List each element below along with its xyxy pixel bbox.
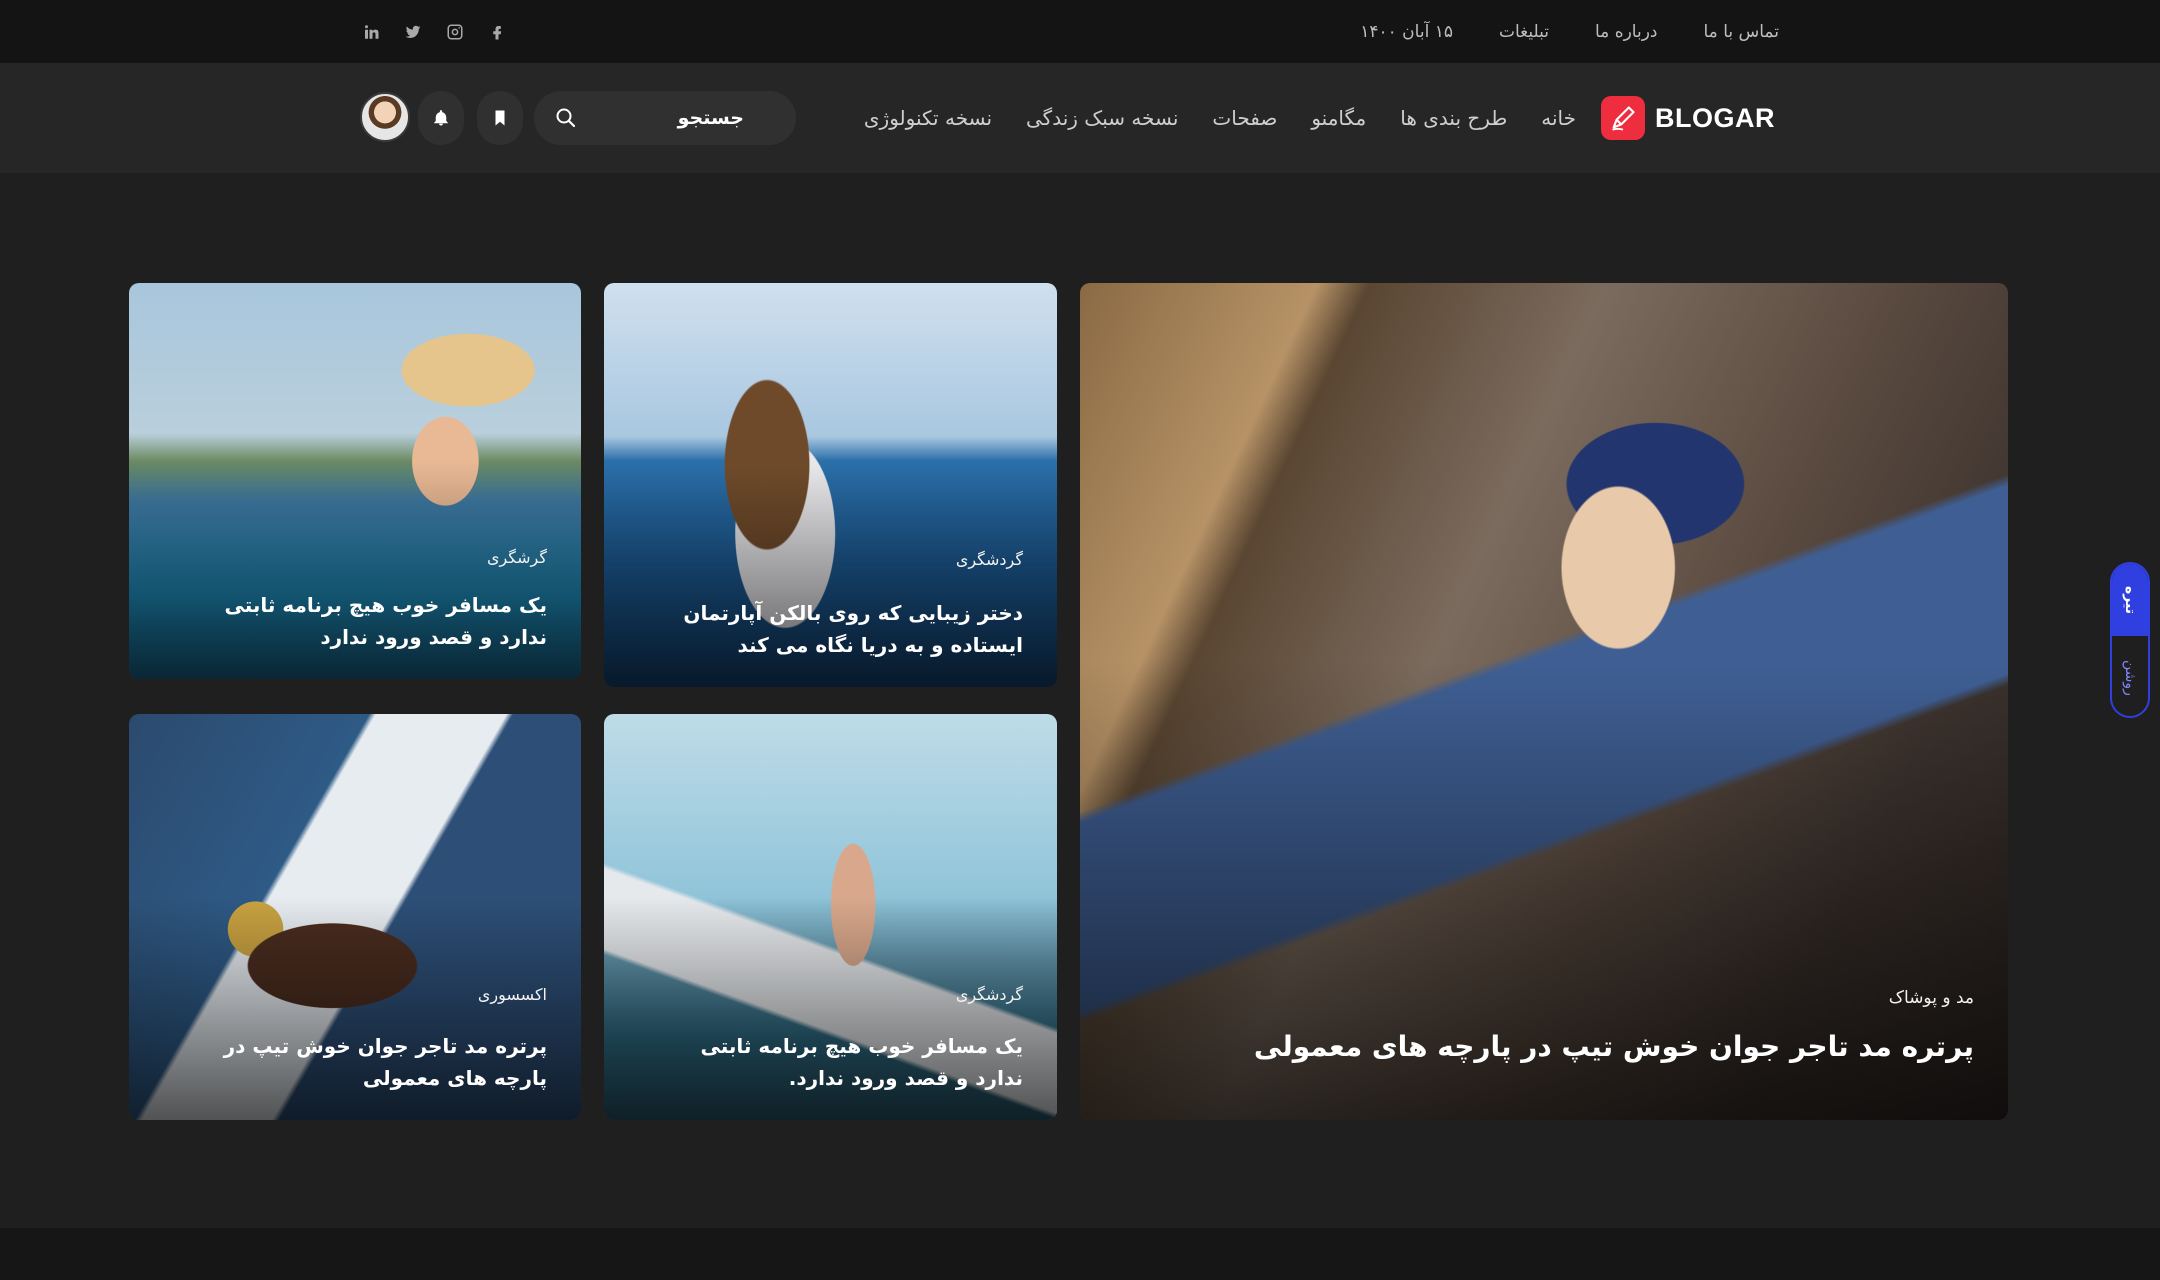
nav-item-lifestyle[interactable]: نسخه سبک زندگی xyxy=(1026,106,1178,130)
site-logo[interactable]: BLOGAR xyxy=(1601,93,1775,143)
featured-card-top-center[interactable]: گردشگری دختر زیبایی که روی بالکن آپارتما… xyxy=(604,283,1057,687)
card-title[interactable]: پرتره مد تاجر جوان خوش تیپ در پارچه های … xyxy=(1254,1025,1974,1070)
logo-text: BLOGAR xyxy=(1655,102,1775,133)
featured-card-top-left[interactable]: گرشگری یک مسافر خوب هیچ برنامه ثابتی ندا… xyxy=(129,283,581,679)
theme-dark-label: تیره xyxy=(2122,586,2138,614)
search-input[interactable]: جستجو xyxy=(534,91,796,145)
theme-light-option[interactable]: روشن xyxy=(2112,638,2148,716)
avatar[interactable] xyxy=(360,92,410,142)
featured-card-bottom-left[interactable]: اکسسوری پرتره مد تاجر جوان خوش تیپ در پا… xyxy=(129,714,581,1120)
top-date: ۱۵ آبان ۱۴۰۰ xyxy=(1360,21,1453,42)
card-category[interactable]: مد و پوشاک xyxy=(1889,988,1974,1008)
instagram-icon[interactable] xyxy=(446,23,464,41)
top-link-contact[interactable]: تماس با ما xyxy=(1704,22,1780,42)
nav-item-megamenu[interactable]: مگامنو xyxy=(1311,106,1366,130)
theme-light-label: روشن xyxy=(2122,660,2138,696)
bookmark-icon xyxy=(495,110,505,126)
card-category[interactable]: گردشگری xyxy=(956,550,1023,569)
card-title[interactable]: یک مسافر خوب هیچ برنامه ثابتی ندارد و قص… xyxy=(187,589,548,653)
card-category[interactable]: گرشگری xyxy=(487,548,547,567)
footer-band xyxy=(0,1228,2160,1280)
card-category[interactable]: اکسسوری xyxy=(478,985,547,1004)
main-nav: خانه طرح بندی ها مگامنو صفحات نسخه سبک ز… xyxy=(864,93,1576,143)
nav-item-pages[interactable]: صفحات xyxy=(1212,106,1277,130)
bell-icon xyxy=(434,110,448,126)
twitter-icon[interactable] xyxy=(404,23,422,41)
top-bar: ۱۵ آبان ۱۴۰۰ تبلیغات درباره ما تماس با م… xyxy=(0,0,2160,63)
theme-toggle[interactable]: تیره روشن xyxy=(2110,562,2150,718)
card-title[interactable]: دختر زیبایی که روی بالکن آپارتمان ایستاد… xyxy=(663,597,1023,661)
nav-item-layouts[interactable]: طرح بندی ها xyxy=(1400,106,1507,130)
linkedin-icon[interactable] xyxy=(362,23,380,41)
card-title[interactable]: پرتره مد تاجر جوان خوش تیپ در پارچه های … xyxy=(187,1030,547,1094)
social-links xyxy=(362,0,506,63)
nav-item-home[interactable]: خانه xyxy=(1541,106,1576,130)
featured-card-bottom-center[interactable]: گردشگری یک مسافر خوب هیچ برنامه ثابتی ند… xyxy=(604,714,1057,1120)
top-link-about[interactable]: درباره ما xyxy=(1595,22,1658,42)
bookmark-button[interactable] xyxy=(477,91,523,145)
nav-item-technology[interactable]: نسخه تکنولوژی xyxy=(864,106,992,130)
card-category[interactable]: گردشگری xyxy=(956,985,1023,1004)
featured-card-main[interactable]: مد و پوشاک پرتره مد تاجر جوان خوش تیپ در… xyxy=(1080,283,2008,1120)
pen-icon xyxy=(1601,96,1645,140)
notification-button[interactable] xyxy=(418,91,464,145)
search-icon[interactable] xyxy=(554,106,578,130)
search-placeholder: جستجو xyxy=(677,107,744,129)
main-header: BLOGAR خانه طرح بندی ها مگامنو صفحات نسخ… xyxy=(0,63,2160,173)
card-title[interactable]: یک مسافر خوب هیچ برنامه ثابتی ندارد و قص… xyxy=(663,1030,1024,1094)
facebook-icon[interactable] xyxy=(488,23,506,41)
top-links: ۱۵ آبان ۱۴۰۰ تبلیغات درباره ما تماس با م… xyxy=(1360,0,1779,63)
top-link-ads[interactable]: تبلیغات xyxy=(1499,22,1549,42)
theme-dark-option[interactable]: تیره xyxy=(2112,564,2148,636)
